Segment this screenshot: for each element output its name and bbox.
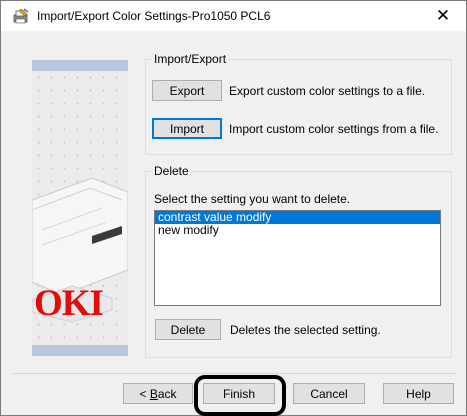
import-description: Import custom color settings from a file… — [229, 122, 439, 136]
printer-settings-icon — [13, 8, 29, 24]
banner-bottom-band — [32, 345, 128, 356]
export-description: Export custom color settings to a file. — [229, 84, 426, 98]
finish-button-label: Finish — [222, 386, 255, 401]
dialog-window: Import/Export Color Settings-Pro1050 PCL… — [0, 0, 467, 416]
delete-button-label: Delete — [170, 322, 206, 337]
help-button[interactable]: Help — [383, 383, 454, 404]
list-item[interactable]: new modify — [155, 224, 440, 237]
settings-listbox[interactable]: contrast value modify new modify — [154, 210, 441, 306]
delete-description: Deletes the selected setting. — [230, 323, 381, 337]
delete-button[interactable]: Delete — [155, 319, 221, 340]
import-export-group-label: Import/Export — [152, 52, 229, 66]
back-access-key: B — [149, 386, 158, 401]
export-button[interactable]: Export — [152, 80, 222, 101]
export-button-label: Export — [169, 83, 205, 98]
delete-group-label: Delete — [152, 164, 191, 178]
cancel-button[interactable]: Cancel — [293, 383, 365, 404]
finish-button[interactable]: Finish — [203, 383, 275, 404]
brand-banner: OKI — [32, 60, 128, 356]
back-button[interactable]: < Back — [123, 383, 193, 404]
import-export-group: Import/Export — [145, 52, 452, 155]
back-prefix: < — [139, 386, 150, 401]
delete-instruction: Select the setting you want to delete. — [154, 192, 351, 206]
window-title: Import/Export Color Settings-Pro1050 PCL… — [37, 9, 271, 23]
help-button-label: Help — [406, 386, 431, 401]
footer-separator — [12, 373, 457, 374]
close-icon: ✕ — [435, 6, 451, 25]
cancel-button-label: Cancel — [310, 386, 348, 401]
import-button-label: Import — [169, 121, 204, 136]
close-button[interactable]: ✕ — [420, 1, 466, 31]
title-bar: Import/Export Color Settings-Pro1050 PCL… — [1, 1, 466, 31]
oki-logo: OKI — [34, 283, 104, 324]
back-rest: ack — [157, 386, 177, 401]
back-button-label: < Back — [139, 387, 176, 401]
import-button[interactable]: Import — [152, 118, 222, 139]
